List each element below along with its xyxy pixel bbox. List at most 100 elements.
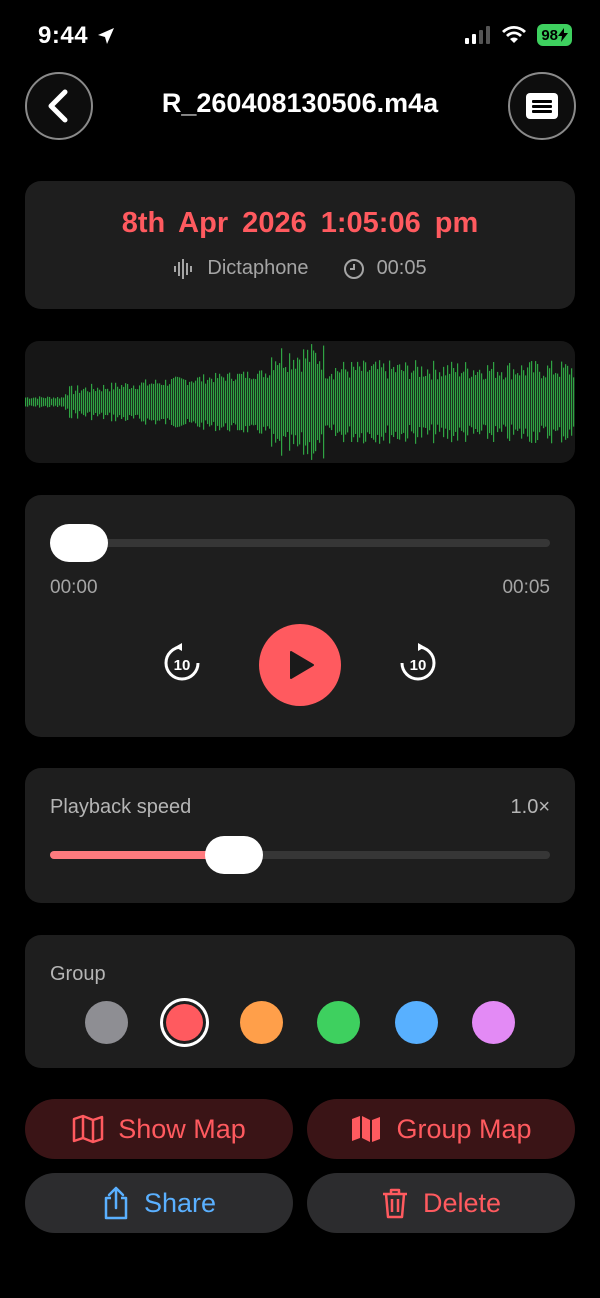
waveform-bar <box>169 384 171 420</box>
waveform-bar <box>431 379 433 425</box>
waveform-bar <box>163 385 165 419</box>
waveform-bar <box>83 388 85 416</box>
waveform-bar <box>47 396 49 408</box>
waveform-bar <box>451 361 453 443</box>
waveform-bar <box>355 370 357 434</box>
skip-back-10-button[interactable]: 10 <box>159 640 205 686</box>
waveform-bar <box>249 378 251 426</box>
group-color-swatch[interactable] <box>472 1001 515 1044</box>
waveform-bar <box>415 360 417 444</box>
waveform-bar <box>473 370 475 434</box>
waveform-bar <box>515 374 517 430</box>
waveform-bar <box>179 377 181 427</box>
waveform-bar <box>505 377 507 427</box>
waveform-bar <box>107 388 109 416</box>
waveform-bar <box>461 373 463 431</box>
group-map-button[interactable]: Group Map <box>307 1099 575 1159</box>
waveform-bar <box>309 361 311 443</box>
waveform-bar <box>333 379 335 425</box>
waveform-bar <box>409 378 411 426</box>
delete-button[interactable]: Delete <box>307 1173 575 1233</box>
waveform-bar <box>391 368 393 436</box>
waveform-bar <box>239 373 241 431</box>
waveform-bar <box>569 374 571 430</box>
waveform-bar <box>313 350 315 454</box>
waveform-bar <box>149 384 151 420</box>
waveform-bar <box>463 371 465 433</box>
waveform-bar <box>201 381 203 423</box>
group-color-swatch[interactable] <box>166 1004 203 1041</box>
waveform-bar <box>199 376 201 428</box>
waveform-bar <box>141 382 143 422</box>
waveform-bar <box>357 361 359 443</box>
transcript-button[interactable] <box>508 72 576 140</box>
page-title: R_260408130506.m4a <box>161 88 439 118</box>
waveform-bar <box>571 368 573 436</box>
play-button[interactable] <box>259 624 341 706</box>
waveform-bar <box>227 373 229 431</box>
waveform-bar <box>507 365 509 439</box>
waveform-bar <box>459 376 461 428</box>
waveform-bar <box>209 377 211 427</box>
waveform-bar <box>143 382 145 422</box>
waveform-bar <box>71 385 73 419</box>
waveform-bar <box>183 379 185 425</box>
waveform-bar <box>135 388 137 416</box>
group-color-swatch[interactable] <box>395 1001 438 1044</box>
group-color-swatch[interactable] <box>317 1001 360 1044</box>
waveform-bar <box>151 383 153 421</box>
waveform-bar <box>349 377 351 427</box>
recording-source: Dictaphone <box>173 257 309 280</box>
group-color-swatch[interactable] <box>240 1001 283 1044</box>
waveform-bar <box>267 377 269 427</box>
status-bar-indicators: 98 <box>465 24 572 46</box>
waveform-bar <box>115 382 117 422</box>
speed-slider-thumb[interactable] <box>204 836 263 874</box>
waveform-bar <box>567 365 569 439</box>
speed-slider[interactable] <box>50 836 550 874</box>
waveform-bar <box>67 395 69 409</box>
skip-forward-10-button[interactable]: 10 <box>395 640 441 686</box>
waveform-bar <box>87 391 89 413</box>
waveform-bar <box>329 376 331 428</box>
waveform-bar <box>295 368 297 436</box>
waveform-bar <box>533 372 535 432</box>
waveform-bar <box>423 376 425 428</box>
waveform-bar <box>127 384 129 420</box>
waveform-bar <box>277 365 279 439</box>
seek-thumb[interactable] <box>50 524 108 562</box>
waveform-bar <box>377 369 379 435</box>
svg-text:10: 10 <box>410 657 427 674</box>
waveform-view[interactable] <box>25 341 575 463</box>
waveform-bar <box>233 381 235 423</box>
waveform-bar <box>181 378 183 426</box>
waveform-bar <box>529 362 531 442</box>
waveform-bar <box>205 383 207 421</box>
waveform-bar <box>289 353 291 451</box>
waveform-bar <box>385 371 387 433</box>
waveform-bar <box>547 365 549 439</box>
group-color-swatch[interactable] <box>85 1001 128 1044</box>
recording-meta: Dictaphone 00:05 <box>25 257 575 280</box>
waveform-bar <box>123 386 125 418</box>
waveform-bar <box>429 373 431 431</box>
share-button[interactable]: Share <box>25 1173 293 1233</box>
show-map-button[interactable]: Show Map <box>25 1099 293 1159</box>
seek-track[interactable] <box>50 524 550 562</box>
source-label: Dictaphone <box>207 257 309 279</box>
waveform-bar <box>191 381 193 423</box>
waveform-bar <box>425 375 427 429</box>
waveform-bar <box>301 371 303 433</box>
document-text-icon <box>526 93 558 119</box>
back-button[interactable] <box>25 72 93 140</box>
waveform-bar <box>145 379 147 425</box>
waveform-bar <box>337 371 339 433</box>
waveform-bar <box>347 371 349 433</box>
waveform-bar <box>303 349 305 455</box>
waveform-bar <box>563 367 565 437</box>
recording-info-card: 8th Apr 2026 1:05:06 pm Dictaphone 00:05 <box>25 181 575 309</box>
waveform-bar <box>287 371 289 433</box>
waveform-bar <box>217 378 219 426</box>
waveform-bar <box>307 349 309 455</box>
waveform-bar <box>117 386 119 418</box>
